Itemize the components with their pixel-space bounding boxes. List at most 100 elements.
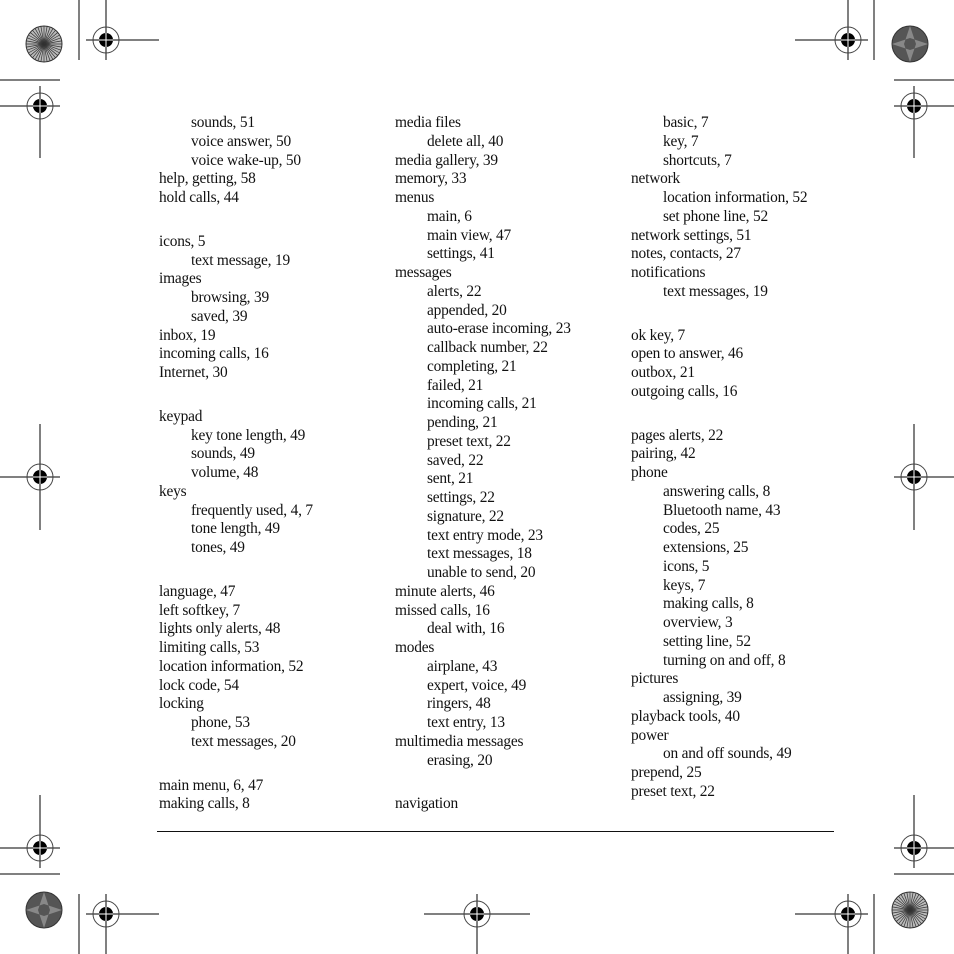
index-subentry: icons, 5: [663, 557, 710, 575]
index-subentry: main view, 47: [427, 226, 512, 244]
index-entry: network settings, 51: [631, 226, 752, 244]
letter-group-spacer: [159, 752, 313, 777]
registration-target-icon: [78, 894, 159, 954]
index-entry: notes, contacts, 27: [631, 245, 741, 263]
index-subentry: deal with, 16: [427, 620, 505, 638]
letter-group-spacer: [631, 402, 807, 427]
index-entry: language, 47: [159, 582, 236, 600]
index-entry: network: [631, 170, 681, 188]
index-subentry: volume, 48: [191, 464, 259, 481]
index-entry: hold calls, 44: [159, 189, 239, 206]
index-entry: locking: [159, 695, 204, 713]
index-entry: left softkey, 7: [159, 601, 241, 619]
index-entry: pictures: [631, 670, 679, 688]
index-subentry: callback number, 22: [427, 339, 548, 356]
index-entry: making calls, 8: [159, 795, 250, 813]
index-entry: notifications: [631, 264, 706, 281]
index-subentry: text message, 19: [191, 251, 290, 269]
registration-target-icon: [894, 79, 954, 158]
index-entry: incoming calls, 16: [159, 345, 269, 363]
index-entry: minute alerts, 46: [395, 582, 495, 600]
index-entry: outbox, 21: [631, 364, 695, 381]
index-entry: limiting calls, 53: [159, 639, 260, 656]
registration-target-icon: [795, 0, 875, 60]
letter-group-spacer: [159, 558, 313, 583]
registration-target-icon: [0, 424, 60, 530]
index-entry: lock code, 54: [159, 676, 239, 694]
index-subentry: expert, voice, 49: [427, 676, 527, 694]
index-subentry: codes, 25: [663, 520, 720, 538]
index-entry: pages alerts, 22: [631, 426, 724, 444]
index-subentry: completing, 21: [427, 357, 517, 375]
index-entry: missed calls, 16: [395, 601, 490, 619]
index-subentry: assigning, 39: [663, 689, 742, 706]
index-subentry: signature, 22: [427, 507, 504, 525]
index-subentry: delete all, 40: [427, 132, 504, 150]
index-entry: media gallery, 39: [395, 151, 498, 169]
registration-target-icon: [0, 795, 60, 875]
index-entry: lights only alerts, 48: [159, 620, 281, 638]
registration-target-icon: [424, 894, 530, 954]
index-subentry: overview, 3: [663, 614, 733, 631]
index-entry: pairing, 42: [631, 445, 696, 463]
index-subentry: appended, 20: [427, 301, 507, 319]
index-subentry: location information, 52: [663, 189, 808, 206]
index-entry: main menu, 6, 47: [159, 776, 264, 794]
index-subentry: key tone length, 49: [191, 426, 306, 444]
index-entry: prepend, 25: [631, 764, 702, 781]
index-entry: media files: [395, 114, 461, 131]
registration-target-icon: [894, 424, 954, 530]
index-subentry: text messages, 20: [191, 732, 296, 750]
index-subentry: preset text, 22: [427, 432, 511, 450]
index-subentry: answering calls, 8: [663, 482, 771, 500]
index-entry: power: [631, 726, 669, 744]
index-subentry: extensions, 25: [663, 539, 749, 556]
index-entry: location information, 52: [159, 657, 304, 675]
index-entry: preset text, 22: [631, 782, 715, 800]
index-entry: images: [159, 270, 202, 288]
index-subentry: voice wake-up, 50: [191, 151, 301, 169]
index-subentry: auto-erase incoming, 23: [427, 320, 571, 338]
index-entry: ok key, 7: [631, 326, 686, 344]
index-entry: multimedia messages: [395, 732, 524, 750]
index-subentry: ringers, 48: [427, 695, 491, 713]
index-subentry: sounds, 51: [191, 114, 255, 131]
letter-group-spacer: [395, 770, 571, 795]
color-wheel-icon: [891, 25, 929, 63]
index-subentry: basic, 7: [663, 114, 709, 131]
registration-target-icon: [894, 795, 954, 875]
index-subentry: browsing, 39: [191, 289, 269, 306]
index-subentry: making calls, 8: [663, 595, 754, 613]
index-subentry: erasing, 20: [427, 751, 493, 769]
index-subentry: phone, 53: [191, 714, 250, 731]
index-subentry: sounds, 49: [191, 445, 255, 463]
index-subentry: settings, 22: [427, 489, 495, 506]
index-subentry: on and off sounds, 49: [663, 745, 792, 763]
index-subentry: text entry mode, 23: [427, 526, 543, 544]
color-wheel-icon: [25, 25, 63, 63]
registration-target-icon: [0, 79, 60, 158]
index-subentry: saved, 39: [191, 307, 248, 325]
index-entry: keypad: [159, 407, 203, 425]
index-subentry: text messages, 19: [663, 282, 768, 300]
index-entry: Internet, 30: [159, 364, 228, 381]
index-column-1: sounds, 51 voice answer, 50 voice wake-up,…: [159, 114, 313, 814]
index-subentry: set phone line, 52: [663, 207, 768, 225]
index-entry: icons, 5: [159, 232, 206, 250]
index-subentry: text entry, 13: [427, 714, 505, 731]
color-wheel-icon: [891, 891, 929, 929]
footer-rule: [157, 831, 834, 832]
index-entry: inbox, 19: [159, 326, 216, 344]
index-subentry: Bluetooth name, 43: [663, 501, 781, 519]
index-column-2: media files delete all, 40 media gallery, …: [395, 114, 571, 814]
index-subentry: shortcuts, 7: [663, 151, 732, 169]
index-entry: phone: [631, 464, 668, 481]
registration-target-icon: [795, 894, 875, 954]
index-subentry: key, 7: [663, 132, 699, 150]
index-subentry: turning on and off, 8: [663, 651, 786, 669]
index-entry: playback tools, 40: [631, 707, 740, 725]
index-subentry: text messages, 18: [427, 545, 532, 563]
letter-group-spacer: [631, 302, 807, 327]
index-entry: keys: [159, 482, 187, 500]
index-subentry: saved, 22: [427, 451, 484, 469]
